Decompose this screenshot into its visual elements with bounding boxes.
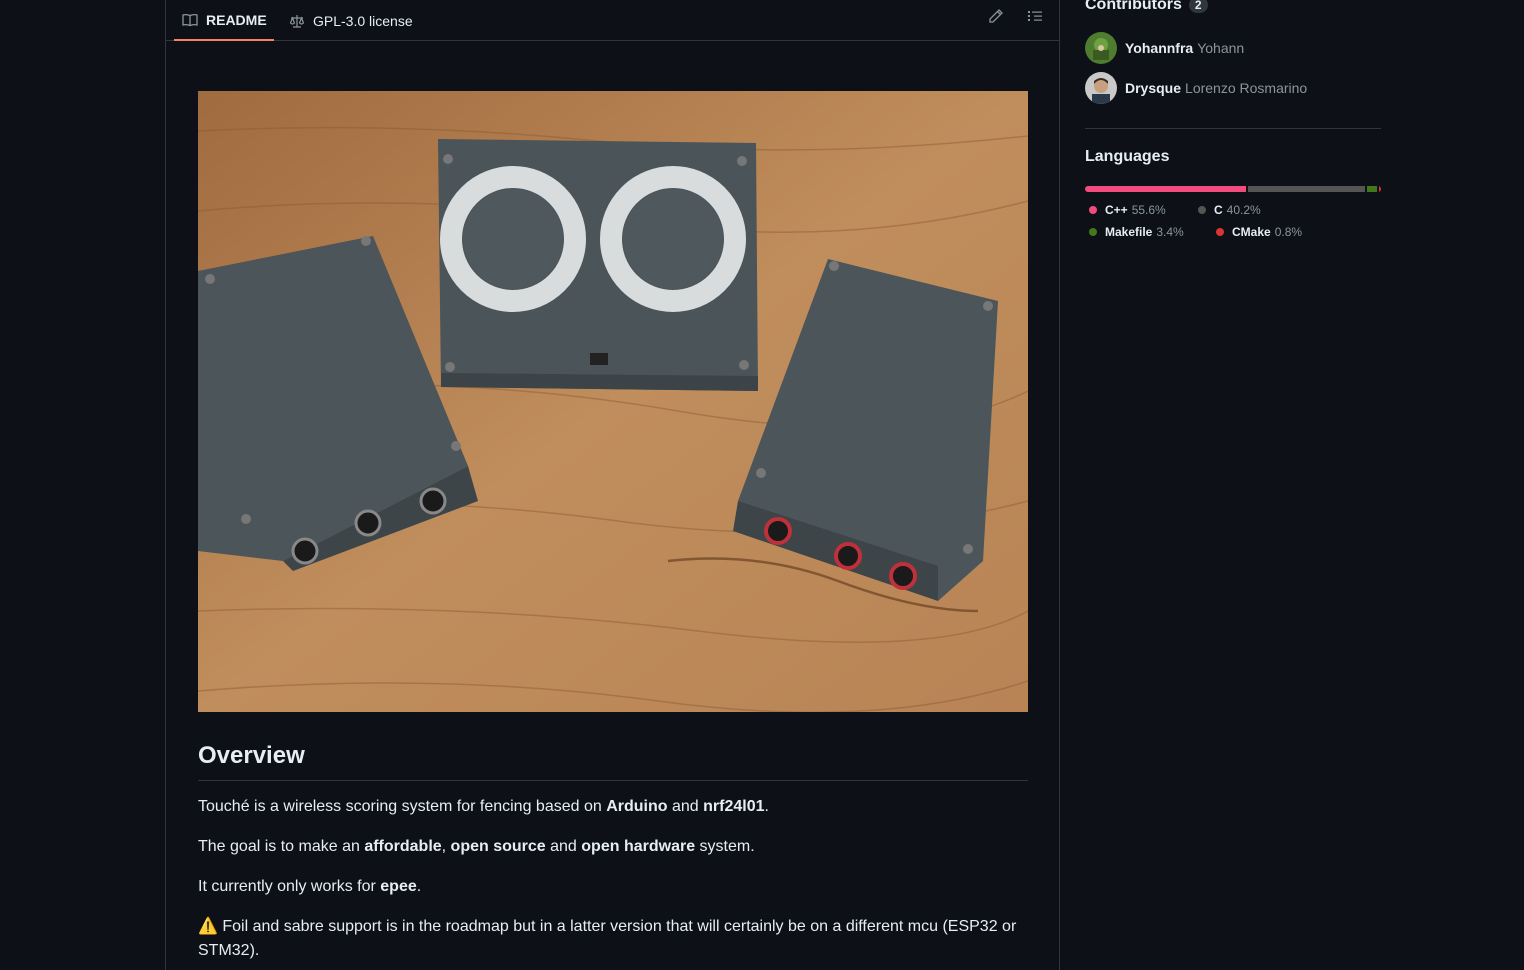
language-color-dot	[1089, 206, 1097, 214]
language-item[interactable]: C 40.2%	[1198, 203, 1261, 217]
book-icon	[182, 12, 198, 28]
language-color-dot	[1089, 228, 1097, 236]
avatar[interactable]	[1085, 32, 1117, 64]
pencil-icon[interactable]	[988, 8, 1004, 24]
readme-paragraph-1: Touché is a wireless scoring system for …	[198, 795, 1028, 819]
outline-list-icon[interactable]	[1027, 8, 1043, 24]
language-name: CMake	[1232, 225, 1271, 239]
p1-text-c: and	[667, 798, 704, 815]
warning-icon: ⚠️	[198, 918, 218, 935]
languages-bar	[1085, 186, 1381, 192]
scale-icon	[289, 13, 305, 29]
readme-tabbar: README GPL-3.0 license	[166, 0, 1059, 41]
readme-hero-image	[198, 91, 1028, 712]
language-name: C	[1214, 203, 1223, 217]
contributor-item[interactable]: Drysque Lorenzo Rosmarino	[1085, 72, 1307, 104]
overview-heading-wrap: Overview	[198, 742, 1028, 781]
p1-strong-arduino: Arduino	[606, 798, 668, 815]
readme-paragraph-2: The goal is to make an affordable, open …	[198, 835, 1028, 859]
language-name: C++	[1105, 203, 1128, 217]
p1-text-e: .	[764, 798, 769, 815]
p2-strong-affordable: affordable	[364, 838, 442, 855]
contributor-login[interactable]: Yohannfra	[1125, 40, 1193, 56]
language-item[interactable]: CMake 0.8%	[1216, 225, 1302, 239]
readme-paragraph-4: ⚠️ Foil and sabre support is in the road…	[198, 915, 1028, 963]
contributor-login[interactable]: Drysque	[1125, 80, 1181, 96]
p3-strong-epee: epee	[380, 878, 417, 895]
p2-text-e: and	[545, 838, 582, 855]
contributors-heading[interactable]: Contributors 2	[1085, 0, 1208, 14]
lang-bar-segment	[1378, 186, 1381, 192]
lang-bar-segment	[1085, 186, 1247, 192]
contributors-title: Contributors	[1085, 0, 1182, 13]
avatar[interactable]	[1085, 72, 1117, 104]
p2-text-a: The goal is to make an	[198, 838, 365, 855]
p3-text-c: .	[416, 878, 422, 895]
language-color-dot	[1216, 228, 1224, 236]
language-item[interactable]: C++ 55.6%	[1089, 203, 1166, 217]
lang-bar-segment	[1366, 186, 1377, 192]
readme-paragraph-3: It currently only works for epee.	[198, 875, 1028, 899]
p2-text-g: system.	[695, 838, 755, 855]
language-item[interactable]: Makefile 3.4%	[1089, 225, 1184, 239]
tab-license[interactable]: GPL-3.0 license	[289, 0, 413, 41]
overview-heading: Overview	[198, 742, 1028, 781]
contributor-name: Yohann	[1197, 40, 1245, 56]
language-percent: 55.6%	[1131, 203, 1166, 217]
language-percent: 40.2%	[1226, 203, 1261, 217]
languages-heading: Languages	[1085, 148, 1170, 165]
lang-bar-segment	[1248, 186, 1365, 192]
p2-strong-open-hardware: open hardware	[581, 838, 696, 855]
contributors-count-badge: 2	[1188, 0, 1208, 13]
p2-strong-open-source: open source	[450, 838, 546, 855]
p1-strong-nrf: nrf24l01	[703, 798, 765, 815]
p1-text-a: Touché is a wireless scoring system for …	[198, 798, 607, 815]
tab-readme[interactable]: README	[174, 0, 274, 41]
language-percent: 3.4%	[1156, 225, 1184, 239]
sidebar-divider	[1085, 128, 1381, 129]
p3-text-a: It currently only works for	[198, 878, 381, 895]
language-name: Makefile	[1105, 225, 1153, 239]
p4-text: Foil and sabre support is in the roadmap…	[198, 918, 1017, 959]
readme-panel: README GPL-3.0 license Overview Touché i…	[165, 0, 1060, 970]
contributor-item[interactable]: Yohannfra Yohann	[1085, 32, 1244, 64]
p2-text-c: ,	[441, 838, 451, 855]
tab-readme-label: README	[206, 11, 267, 28]
language-color-dot	[1198, 206, 1206, 214]
tab-license-label: GPL-3.0 license	[313, 12, 413, 29]
language-percent: 0.8%	[1274, 225, 1303, 239]
contributor-name: Lorenzo Rosmarino	[1185, 80, 1308, 96]
